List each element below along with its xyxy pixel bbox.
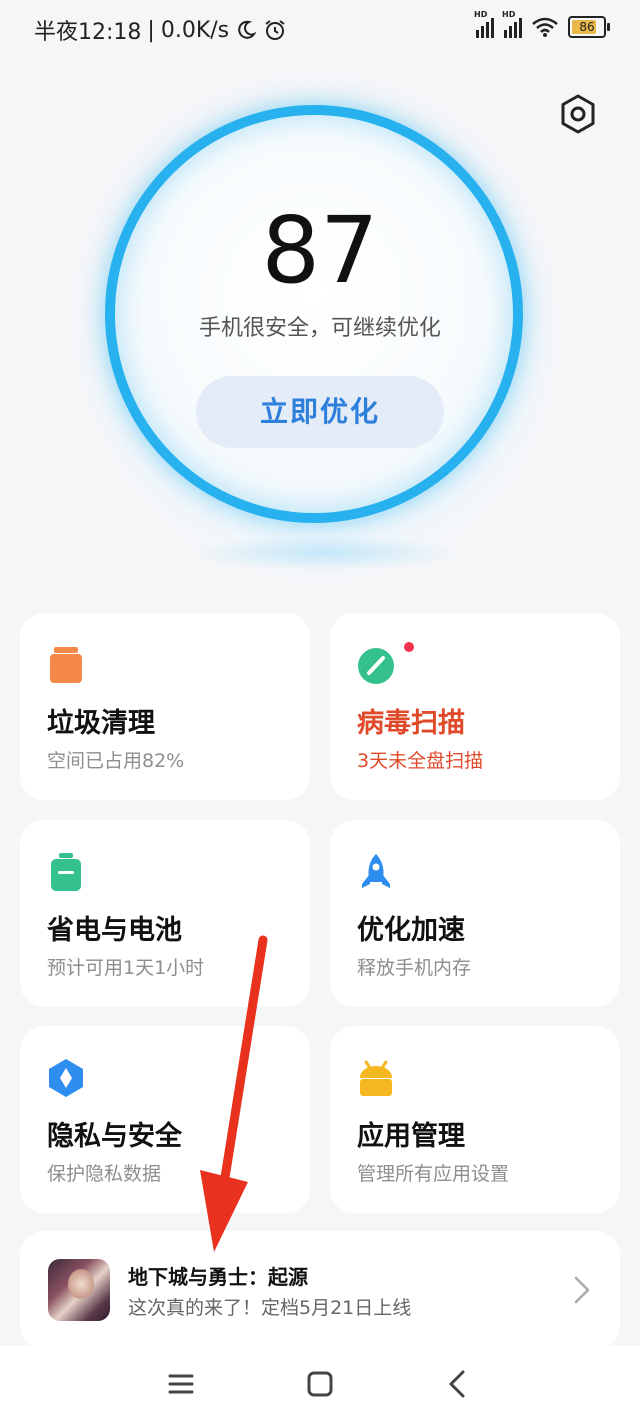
card-virus-scan[interactable]: 病毒扫描 3天未全盘扫描	[330, 613, 620, 800]
card-subtitle: 管理所有应用设置	[357, 1163, 510, 1185]
status-divider: |	[147, 17, 155, 43]
home-icon[interactable]	[302, 1366, 338, 1402]
privacy-shield-icon	[49, 1059, 83, 1097]
security-score: 87	[261, 197, 379, 304]
status-time: 半夜12:18	[34, 20, 142, 45]
card-app-management[interactable]: 应用管理 管理所有应用设置	[330, 1026, 620, 1213]
annotation-arrow-icon	[200, 935, 268, 1252]
alert-dot	[404, 642, 414, 652]
status-left: 半夜12:18 | 0.0K/s	[34, 14, 287, 46]
promo-subtitle: 这次真的来了！定档5月21日上线	[128, 1297, 412, 1319]
card-junk-cleanup[interactable]: 垃圾清理 空间已占用82%	[20, 613, 310, 800]
card-subtitle: 释放手机内存	[357, 957, 472, 979]
card-title: 病毒扫描	[357, 708, 465, 739]
card-title: 隐私与安全	[47, 1121, 182, 1152]
signal-1-icon: HD	[474, 10, 494, 38]
moon-icon	[238, 20, 257, 39]
promo-banner[interactable]: 地下城与勇士：起源 这次真的来了！定档5月21日上线	[20, 1231, 620, 1349]
card-title: 优化加速	[357, 915, 465, 946]
card-title: 省电与电池	[47, 915, 182, 946]
signal-2-icon: HD	[502, 10, 522, 38]
card-subtitle: 空间已占用82%	[47, 750, 185, 772]
optimize-now-button[interactable]: 立即优化	[196, 376, 444, 448]
navigation-bar	[0, 1346, 640, 1422]
rocket-icon	[362, 854, 390, 888]
virus-scan-icon	[358, 648, 394, 684]
ring-shadow	[190, 535, 460, 571]
battery-level: 86	[579, 20, 595, 34]
alarm-icon	[265, 20, 285, 40]
chevron-right-icon	[574, 1276, 590, 1304]
menu-icon[interactable]	[163, 1366, 199, 1402]
status-bar: 半夜12:18 | 0.0K/s HD HD 86	[0, 0, 640, 58]
score-description: 手机很安全，可继续优化	[198, 316, 441, 341]
battery-icon: 86	[568, 16, 610, 38]
trash-icon	[50, 647, 82, 683]
back-icon[interactable]	[440, 1366, 476, 1402]
card-speed-up[interactable]: 优化加速 释放手机内存	[330, 820, 620, 1007]
android-icon	[360, 1060, 392, 1096]
card-subtitle: 保护隐私数据	[47, 1163, 162, 1185]
settings-icon[interactable]	[556, 92, 600, 136]
wifi-icon	[532, 17, 558, 37]
status-right: HD HD 86	[474, 10, 610, 38]
status-net-speed: 0.0K/s	[160, 17, 230, 43]
card-title: 垃圾清理	[47, 708, 155, 739]
card-subtitle: 3天未全盘扫描	[357, 750, 484, 772]
promo-title: 地下城与勇士：起源	[128, 1265, 308, 1289]
card-title: 应用管理	[357, 1121, 465, 1152]
game-thumbnail	[48, 1259, 110, 1321]
battery-saver-icon	[51, 853, 81, 891]
